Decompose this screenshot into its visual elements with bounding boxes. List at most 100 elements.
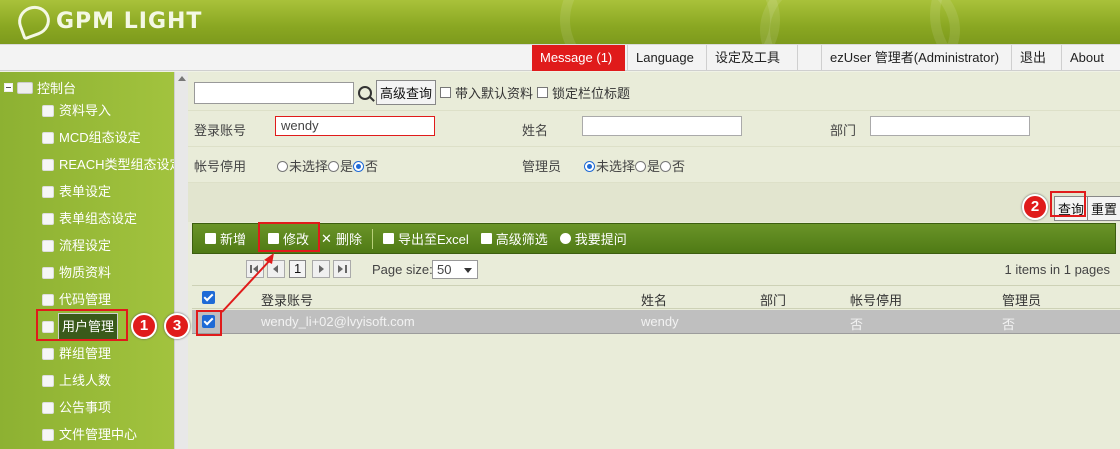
- delete-button[interactable]: ✕ 删除: [315, 229, 368, 248]
- online-icon: [42, 375, 54, 387]
- sidebar-root-label: 控制台: [37, 81, 77, 96]
- scroll-up-icon[interactable]: [178, 76, 186, 81]
- message-button[interactable]: Message (1): [532, 45, 625, 71]
- sidebar-item-mcd[interactable]: MCD组态设定: [42, 126, 141, 150]
- console-icon: [17, 81, 33, 94]
- advanced-query-button[interactable]: 高级查询: [376, 80, 437, 105]
- col-disabled[interactable]: 帐号停用: [850, 290, 902, 309]
- notice-icon: [42, 402, 54, 414]
- sidebar-item-label: 群组管理: [59, 346, 112, 361]
- disabled-no-radio[interactable]: [353, 161, 365, 172]
- admin-yes-radio[interactable]: [635, 161, 647, 172]
- sidebar-item-label: 流程设定: [59, 238, 112, 253]
- disabled-none-radio[interactable]: [277, 161, 288, 172]
- sidebar-item-notice[interactable]: 公告事项: [42, 396, 111, 420]
- step-badge-1: 1: [131, 313, 157, 339]
- settings-button[interactable]: 设定及工具: [706, 45, 797, 71]
- advanced-filter-button[interactable]: 高级筛选: [475, 229, 554, 248]
- about-button[interactable]: About: [1061, 45, 1120, 71]
- code-icon: [42, 294, 54, 306]
- login-label: 登录账号: [194, 123, 247, 138]
- search-input[interactable]: [194, 81, 354, 104]
- sidebar: 控制台 资料导入 MCD组态设定 REACH类型组态设定 表单设定 表单组态设定…: [0, 72, 183, 449]
- highlight-user-mgmt: [36, 309, 128, 341]
- col-admin[interactable]: 管理员: [1002, 290, 1041, 309]
- substance-icon: [42, 267, 54, 279]
- main-content: 高级查询 带入默认资料 锁定栏位标题 登录账号 wendy 姓名 部门 帐号停用…: [188, 72, 1120, 449]
- export-label: 导出至Excel: [397, 232, 469, 247]
- name-label: 姓名: [522, 123, 549, 138]
- row-name: wendy: [641, 314, 679, 329]
- page-number[interactable]: 1: [289, 260, 307, 278]
- col-login[interactable]: 登录账号: [261, 290, 313, 309]
- sidebar-item-form[interactable]: 表单设定: [42, 180, 111, 204]
- dept-label: 部门: [830, 123, 857, 138]
- option-label: 否: [672, 159, 686, 174]
- step-badge-2: 2: [1022, 194, 1048, 220]
- sidebar-item-label: 文件管理中心: [59, 427, 138, 442]
- filter-icon: [480, 233, 492, 244]
- top-nav: Message (1) Language 设定及工具 ezUser 管理者(Ad…: [0, 44, 1120, 71]
- header-decoration: [560, 0, 780, 44]
- sidebar-item-files[interactable]: 文件管理中心: [42, 423, 137, 447]
- language-button[interactable]: Language: [627, 45, 706, 71]
- page-size-select[interactable]: 50: [432, 260, 478, 279]
- sidebar-item-import[interactable]: 资料导入: [42, 99, 111, 123]
- option-label: 是: [340, 159, 354, 174]
- search-icon[interactable]: [358, 85, 372, 100]
- excel-icon: [382, 233, 394, 244]
- prev-page-icon[interactable]: [267, 260, 285, 278]
- name-field[interactable]: [582, 116, 742, 136]
- sidebar-item-label: 上线人数: [59, 373, 112, 388]
- lock-header-checkbox[interactable]: [537, 87, 549, 98]
- form-config-icon: [42, 213, 54, 225]
- logout-button[interactable]: 退出: [1011, 45, 1061, 71]
- include-default-label: 带入默认资料: [455, 86, 534, 101]
- sidebar-scrollbar[interactable]: [174, 72, 188, 449]
- sidebar-item-form-config[interactable]: 表单组态设定: [42, 207, 137, 231]
- admin-none-radio[interactable]: [584, 161, 595, 172]
- option-label: 未选择: [289, 159, 329, 174]
- filter-row-2: 帐号停用 未选择是否 管理员 未选择是否: [188, 146, 1120, 182]
- user-menu[interactable]: ezUser 管理者(Administrator): [821, 45, 1011, 71]
- first-page-icon[interactable]: [246, 260, 264, 278]
- pager-summary: 1 items in 1 pages: [1004, 262, 1110, 277]
- collapse-icon[interactable]: [4, 83, 13, 92]
- grid-header: 登录账号 姓名 部门 帐号停用 管理员: [192, 285, 1120, 309]
- sidebar-item-online[interactable]: 上线人数: [42, 369, 111, 393]
- sidebar-root[interactable]: 控制台: [4, 78, 76, 97]
- header-decoration: [930, 0, 1120, 44]
- admin-radio-group: 未选择是否: [584, 156, 685, 175]
- row-disabled: 否: [850, 317, 864, 332]
- reset-button[interactable]: 重置: [1087, 196, 1120, 221]
- admin-label: 管理员: [522, 159, 562, 174]
- row-admin: 否: [1002, 317, 1016, 332]
- add-button[interactable]: 新增: [199, 229, 252, 248]
- sidebar-item-substance[interactable]: 物质资料: [42, 261, 111, 285]
- next-page-icon[interactable]: [312, 260, 330, 278]
- sidebar-item-flow[interactable]: 流程设定: [42, 234, 111, 258]
- dept-field[interactable]: [870, 116, 1030, 136]
- last-page-icon[interactable]: [333, 260, 351, 278]
- option-label: 是: [647, 159, 661, 174]
- help-button[interactable]: 我要提问: [554, 229, 633, 248]
- sidebar-item-groups[interactable]: 群组管理: [42, 342, 111, 366]
- admin-no-radio[interactable]: [660, 161, 672, 172]
- sidebar-item-reach[interactable]: REACH类型组态设定: [42, 153, 183, 177]
- disabled-yes-radio[interactable]: [328, 161, 340, 172]
- filter-row-1: 登录账号 wendy 姓名 部门: [188, 110, 1120, 146]
- sidebar-item-label: REACH类型组态设定: [59, 157, 183, 172]
- sidebar-item-label: 表单组态设定: [59, 211, 138, 226]
- login-field[interactable]: wendy: [275, 116, 435, 136]
- export-excel-button[interactable]: 导出至Excel: [377, 229, 475, 248]
- page-size-value: 50: [437, 262, 452, 277]
- col-dept[interactable]: 部门: [760, 290, 786, 309]
- col-name[interactable]: 姓名: [641, 290, 667, 309]
- table-row[interactable]: wendy_li+02@lvyisoft.com wendy 否 否: [192, 310, 1120, 334]
- sidebar-item-label: 公告事项: [59, 400, 112, 415]
- include-default-checkbox[interactable]: [440, 87, 452, 98]
- highlight-query: [1050, 191, 1086, 217]
- select-all-checkbox[interactable]: [202, 291, 215, 304]
- option-label: 未选择: [596, 159, 636, 174]
- lock-header-label: 锁定栏位标题: [552, 86, 631, 101]
